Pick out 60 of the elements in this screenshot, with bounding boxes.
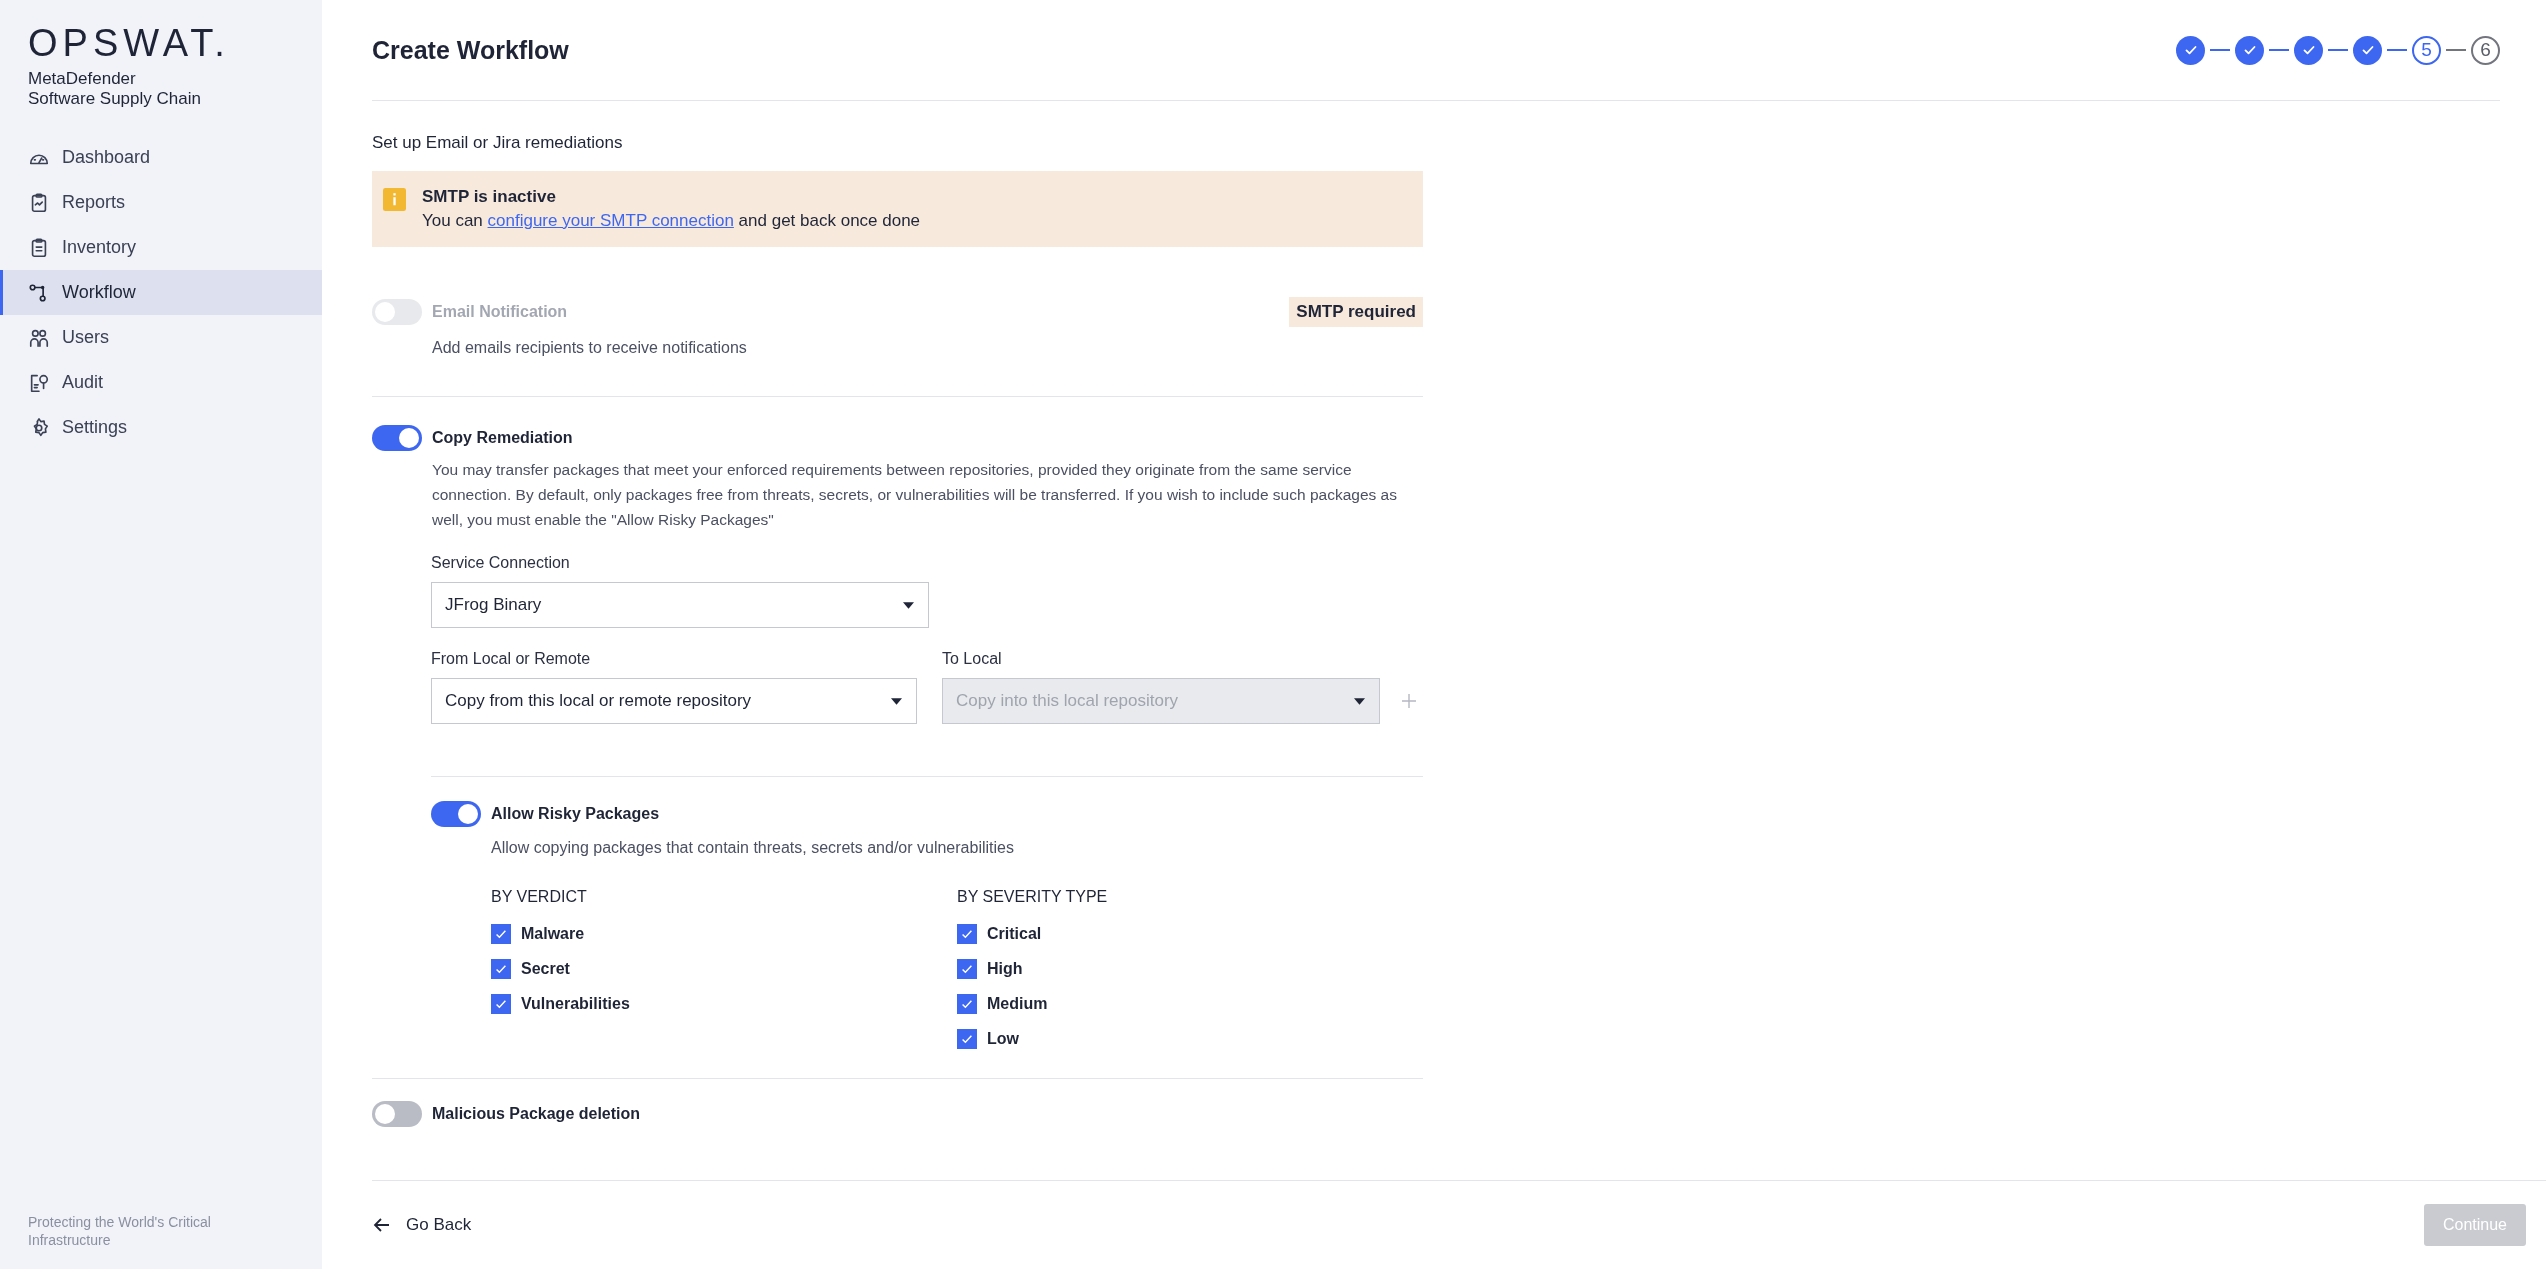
checkbox-label: Low [987, 1029, 1019, 1048]
smtp-required-badge: SMTP required [1289, 297, 1423, 327]
checkbox-label: Malware [521, 924, 585, 943]
checkbox[interactable] [491, 993, 511, 1014]
product-name: MetaDefender [28, 69, 137, 89]
group-heading: BY VERDICT [491, 888, 588, 906]
toggle-label: Malicious Package deletion [432, 1105, 641, 1123]
checkbox-label: Medium [987, 994, 1048, 1013]
checkbox[interactable] [957, 993, 977, 1014]
step-indicator: 5 [2412, 35, 2441, 65]
copy-toggle[interactable] [372, 425, 422, 451]
sidebar-item[interactable]: Dashboard [0, 135, 322, 180]
group-heading: BY SEVERITY TYPE [957, 888, 1109, 906]
go-back-button[interactable]: Go Back [372, 1215, 472, 1235]
source-select[interactable]: Copy from this local or remote repository [431, 678, 917, 724]
checkbox[interactable] [957, 923, 977, 944]
smtp-link[interactable]: configure your SMTP connection [487, 211, 734, 230]
caret-icon [891, 697, 902, 705]
logo: OPSWAT. [28, 22, 231, 65]
sidebar-item[interactable]: Settings [0, 405, 322, 450]
toggle-label: Email Notification [432, 303, 568, 321]
step-connector [2210, 49, 2230, 51]
risky-toggle[interactable] [431, 801, 481, 827]
service-select[interactable]: JFrog Binary [431, 582, 929, 628]
page-title: Create Workflow [372, 35, 569, 65]
alert-title: SMTP is inactive [422, 186, 557, 208]
checkbox[interactable] [957, 1028, 977, 1049]
info-icon [383, 188, 406, 211]
checkbox[interactable] [957, 958, 977, 979]
step-connector [2387, 49, 2407, 51]
toggle-label: Copy Remediation [432, 429, 573, 447]
caret-icon [903, 601, 914, 609]
product-subtitle: Software Supply Chain [28, 89, 202, 109]
step-connector [2446, 49, 2466, 51]
sidebar-item[interactable]: Reports [0, 180, 322, 225]
field-label: To Local [942, 650, 1003, 668]
checkbox-label: Secret [521, 959, 570, 978]
sidebar-item[interactable]: Audit [0, 360, 322, 405]
step-indicator: 6 [2471, 35, 2500, 65]
option-description: Add emails recipients to receive notifications [432, 338, 748, 358]
checkbox[interactable] [491, 923, 511, 944]
field-label: From Local or Remote [431, 650, 592, 668]
field-label: Service Connection [431, 554, 571, 572]
checkbox-label: Vulnerabilities [521, 994, 630, 1013]
checkbox[interactable] [491, 958, 511, 979]
toggle-label: Allow Risky Packages [491, 805, 660, 823]
alert-message: You can configure your SMTP connection and get back once done [422, 210, 921, 232]
step-connector [2269, 49, 2289, 51]
step-connector [2328, 49, 2348, 51]
sidebar-tagline: Protecting the World's Critical Infrastructure [27, 1213, 212, 1250]
sidebar-item[interactable]: Users [0, 315, 322, 360]
section-intro: Set up Email or Jira remediations [372, 133, 624, 153]
option-description: Allow copying packages that contain threats, secrets and/or vulnerabilities [491, 838, 1015, 858]
sidebar-item[interactable]: Workflow [0, 270, 322, 315]
caret-icon [1354, 697, 1365, 705]
malicious-toggle[interactable] [372, 1101, 422, 1127]
option-description: You may transfer packages that meet your enforced requirements between repositories, provided they originate from the same service connection. By default, only packages free from threats, secrets, or vulnerabilities will be transferred. If you wish to include such packages as well, you must enable the "Allow Risky Packages" [432, 460, 1398, 530]
sidebar-item[interactable]: Inventory [0, 225, 322, 270]
checkbox-label: High [987, 959, 1023, 978]
checkbox-label: Critical [987, 924, 1042, 943]
